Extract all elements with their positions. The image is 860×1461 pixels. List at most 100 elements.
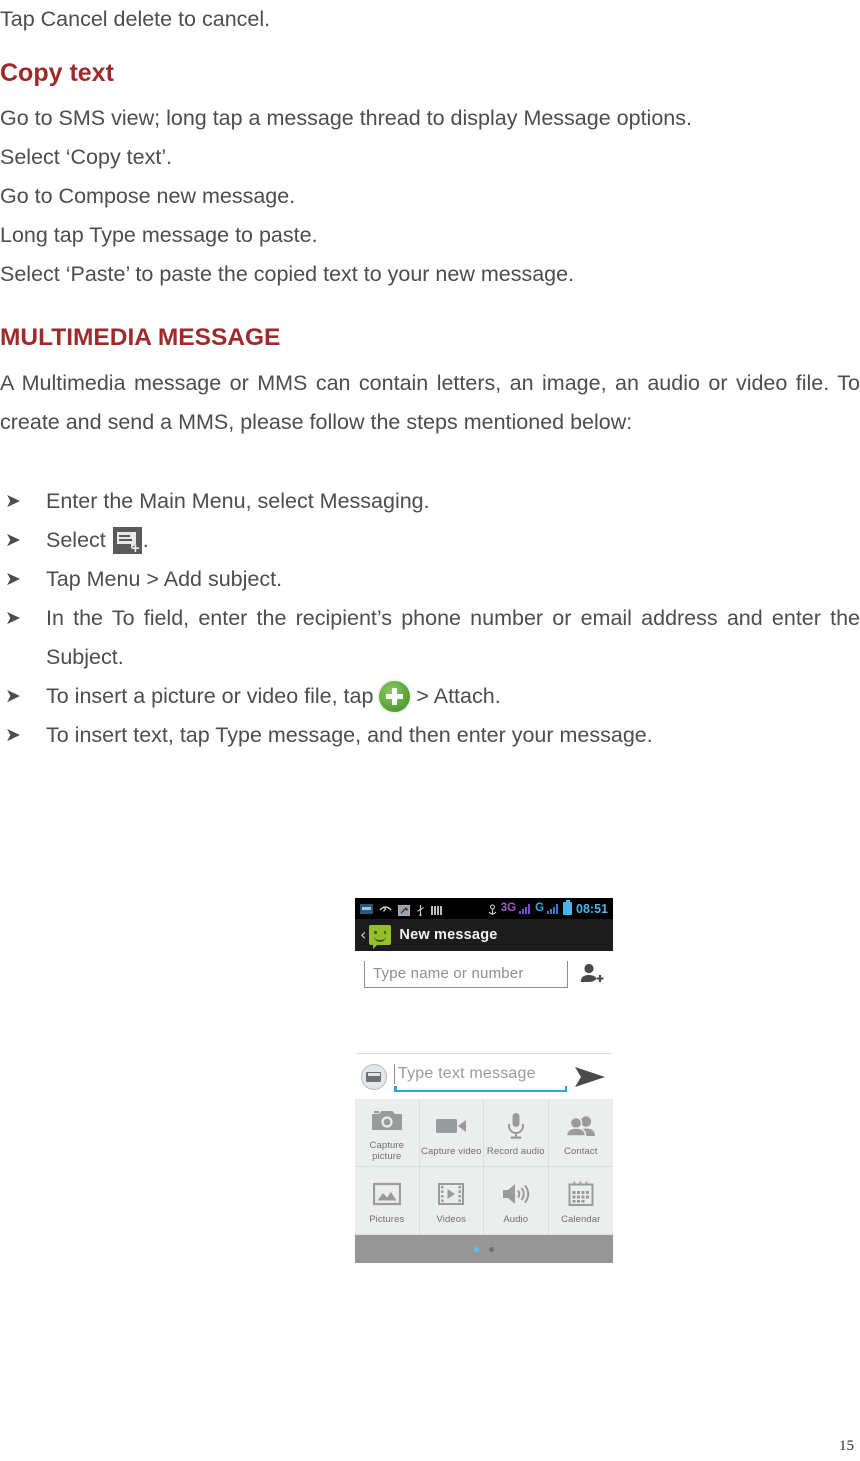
keyboard-icon[interactable] [361,1063,387,1090]
usb-icon [416,903,425,916]
list-item: ➤ Select + . [0,521,860,560]
copy-text-para-4: Long tap Type message to paste. [0,223,318,247]
list-item: ➤ Enter the Main Menu, select Messaging. [0,482,860,521]
video-camera-icon [435,1109,467,1143]
intro-paragraph: Tap Cancel delete to cancel. [0,7,271,31]
recipient-input[interactable]: Type name or number [364,960,568,988]
list-item-label: Select [46,528,112,552]
status-bar-clock: 08:51 [576,901,608,916]
smile-shape [374,934,387,942]
page-number: 15 [839,1438,854,1454]
speaker-icon [501,1177,531,1211]
bubble-line [118,535,130,537]
status-bar-left-icons [360,903,442,916]
attachment-grid: Capture picture Capture video Record aud… [355,1099,613,1235]
pager-dot[interactable] [489,1246,494,1252]
signal-strength-3g-icon [519,903,532,914]
steps-list: ➤ Enter the Main Menu, select Messaging.… [0,482,860,755]
add-contact-icon[interactable] [577,960,605,988]
list-item-suffix: > Attach. [410,684,501,708]
microphone-icon [505,1109,527,1143]
attachment-pictures[interactable]: Pictures [355,1167,420,1235]
list-item: ➤ Tap Menu > Add subject. [0,560,860,599]
recipient-placeholder: Type name or number [373,965,524,982]
attachment-capture-video[interactable]: Capture video [419,1099,484,1167]
status-bar-right-icons: 3G G 08:51 [486,900,608,916]
attachment-record-audio[interactable]: Record audio [484,1099,549,1167]
message-thread-blank-area [355,991,613,1053]
list-item-label: Enter the Main Menu, select Messaging. [46,489,430,513]
bullet-arrow-icon: ➤ [5,608,21,629]
bullet-arrow-icon: ➤ [5,725,21,746]
status-bar: 3G G 08:51 [355,898,613,919]
plus-glyph: + [130,540,140,557]
list-item-label: In the To field, enter the recipient’s p… [46,606,860,669]
bullet-arrow-icon: ➤ [5,491,21,512]
attachment-label: Videos [436,1213,466,1225]
multimedia-intro-paragraph: A Multimedia message or MMS can contain … [0,371,860,434]
attachment-label: Capture video [421,1145,482,1157]
list-item: ➤ To insert a picture or video file, tap… [0,677,860,716]
copy-text-para-5: Select ‘Paste’ to paste the copied text … [0,262,575,286]
phone-screenshot-figure: 3G G 08:51 ‹ New message Type name or nu… [355,898,613,1263]
attachment-label: Contact [564,1145,598,1157]
send-icon[interactable] [573,1064,607,1090]
bullet-arrow-icon: ➤ [5,569,21,590]
list-item-label: To insert text, tap Type message, and th… [46,723,653,747]
message-placeholder: Type text message [398,1065,536,1082]
list-item: ➤ In the To field, enter the recipient’s… [0,599,860,677]
recipient-row: Type name or number [355,951,613,991]
attachment-capture-picture[interactable]: Capture picture [355,1099,420,1167]
battery-icon [563,900,573,915]
missed-call-icon [379,903,392,914]
text-caret [394,1064,395,1084]
contacts-icon [565,1109,597,1143]
back-icon[interactable]: ‹ [360,927,366,943]
messaging-app-icon [369,925,392,949]
network-3g-label: 3G [500,902,517,914]
bullet-arrow-icon: ➤ [5,686,21,707]
signal-bars-icon [431,903,442,915]
attachment-label: Record audio [486,1145,545,1157]
section-heading-multimedia-message: MULTIMEDIA MESSAGE [0,324,281,351]
attachment-label: Calendar [561,1213,601,1225]
action-bar-title: New message [399,927,498,943]
attachment-videos[interactable]: Videos [419,1167,484,1235]
input-underline [394,1086,567,1092]
cursor-icon [398,903,410,916]
network-g-label: G [535,902,545,914]
message-input[interactable]: Type text message [394,1061,567,1092]
green-plus-icon [379,681,411,712]
list-item: ➤ To insert text, tap Type message, and … [0,716,860,755]
list-item-suffix: . [142,528,149,552]
compose-row: Type text message [355,1054,613,1099]
camera-icon [371,1103,403,1137]
signal-strength-g-icon [547,903,560,914]
copy-text-para-2: Select ‘Copy text’. [0,145,173,169]
phone-screen: 3G G 08:51 ‹ New message Type name or nu… [355,898,613,1263]
attachment-label: Capture picture [369,1140,404,1162]
list-item-label: Tap Menu > Add subject. [46,567,283,591]
attachment-audio[interactable]: Audio [484,1167,549,1235]
section-heading-copy-text: Copy text [0,59,114,87]
attachment-pager [355,1235,613,1263]
list-item-label: To insert a picture or video file, tap [46,684,380,708]
sim-card-icon [360,903,373,914]
attachment-label: Pictures [369,1213,405,1225]
action-bar: ‹ New message [355,919,613,951]
document-page: Tap Cancel delete to cancel. Copy text G… [0,0,860,1461]
pager-dot-active[interactable] [474,1246,479,1252]
keyboard-glyph [366,1071,381,1082]
film-icon [438,1177,465,1211]
attachment-contact[interactable]: Contact [548,1099,613,1167]
attachment-label: Audio [503,1213,529,1225]
tether-icon [486,903,498,915]
copy-text-para-3: Go to Compose new message. [0,184,296,208]
attachment-calendar[interactable]: Calendar [548,1167,613,1235]
bullet-arrow-icon: ➤ [5,530,21,551]
